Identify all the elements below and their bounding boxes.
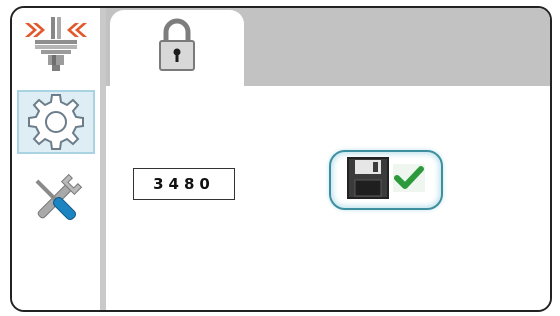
code-display: 3480 [133, 168, 235, 200]
app-window: 3480 [10, 6, 552, 312]
sidebar [12, 8, 100, 310]
sidebar-item-settings[interactable] [17, 90, 95, 154]
padlock-icon [157, 18, 197, 77]
tab-lock[interactable] [110, 10, 244, 94]
wrench-screwdriver-icon [25, 169, 87, 231]
floppy-disk-icon [346, 156, 390, 205]
save-button[interactable] [329, 150, 443, 210]
sidebar-item-tools[interactable] [17, 168, 95, 232]
main-content: 3480 [106, 8, 550, 310]
press-tool-icon [21, 15, 91, 73]
gear-icon [27, 93, 85, 151]
checkmark-icon [392, 163, 426, 198]
sidebar-item-machine[interactable] [17, 12, 95, 76]
